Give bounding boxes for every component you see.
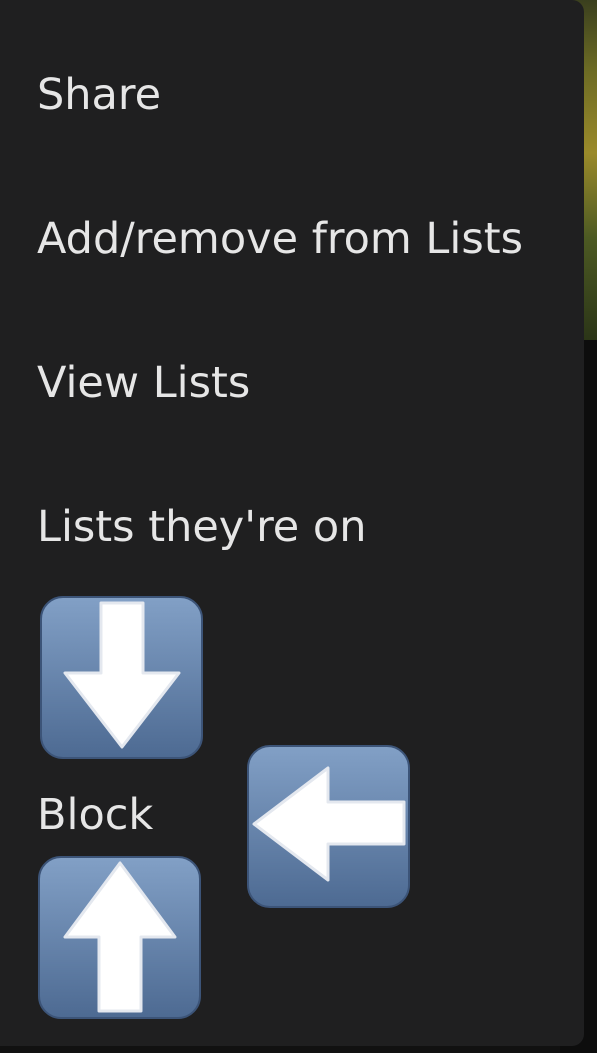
arrow-up-key-icon [37,855,202,1020]
menu-item-share[interactable]: Share [37,70,161,120]
arrow-down-key-icon [39,595,204,760]
menu-item-view-lists[interactable]: View Lists [37,358,250,408]
overflow-menu: Share Add/remove from Lists View Lists L… [0,0,584,1046]
screen: Share Add/remove from Lists View Lists L… [0,0,597,1053]
menu-item-block[interactable]: Block [37,790,153,840]
arrow-left-key-icon [246,744,411,909]
menu-item-lists-theyre-on[interactable]: Lists they're on [37,502,367,552]
menu-item-add-remove-lists[interactable]: Add/remove from Lists [37,214,523,264]
